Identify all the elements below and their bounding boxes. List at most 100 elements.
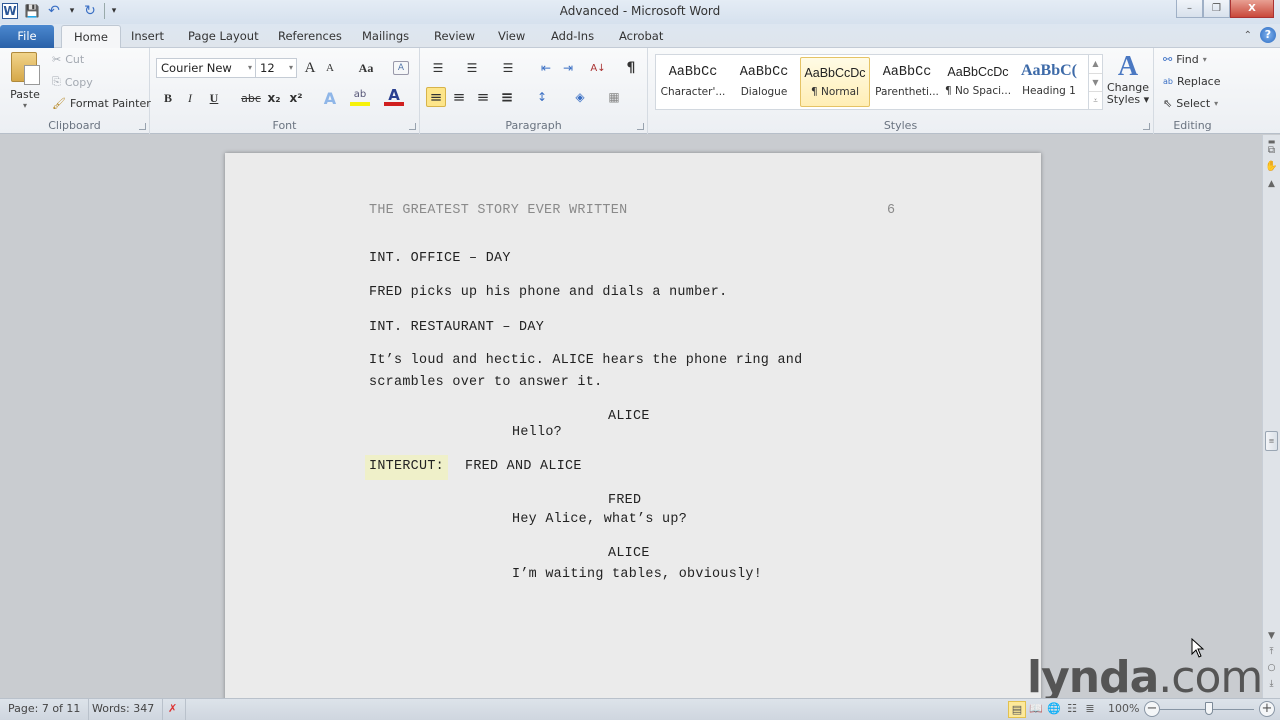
style-gallery-scroll[interactable]: ▲ ▼ ⩡ xyxy=(1088,55,1102,109)
gallery-up-icon[interactable]: ▲ xyxy=(1089,55,1102,73)
style-no-spacing[interactable]: AaBbCcDc ¶ No Spaci... xyxy=(943,57,1013,107)
page-number: 6 xyxy=(887,203,896,218)
proofing-icon[interactable]: ✗ xyxy=(160,699,187,720)
tab-file[interactable]: File xyxy=(0,25,54,48)
font-size-combo[interactable]: 12 ▾ xyxy=(255,58,297,78)
view-ruler-icon[interactable]: ⧉ xyxy=(1263,145,1280,156)
page-count[interactable]: Page: 7 of 11 xyxy=(0,699,90,720)
align-right-button[interactable]: ≡ xyxy=(473,87,493,107)
minimize-button[interactable]: – xyxy=(1176,0,1203,18)
tab-references[interactable]: References xyxy=(266,25,354,48)
font-name-value: Courier New xyxy=(161,61,232,75)
show-marks-icon[interactable]: ¶ xyxy=(621,58,641,78)
tab-review[interactable]: Review xyxy=(422,25,487,48)
styles-dialog-launcher[interactable] xyxy=(1143,123,1150,130)
draft-view-button[interactable]: ≣ xyxy=(1081,701,1099,718)
sort-icon[interactable]: A↓ xyxy=(588,58,608,78)
format-painter-button[interactable]: 🖌 Format Painter xyxy=(52,97,151,110)
style-parenthetical[interactable]: AaBbCc Parentheti... xyxy=(872,57,942,107)
clear-formatting-icon[interactable]: A xyxy=(393,61,409,75)
grow-font-icon[interactable]: A xyxy=(300,58,320,78)
borders-icon[interactable]: ▦ xyxy=(604,87,624,107)
select-button[interactable]: ⇖ Select ▾ xyxy=(1163,97,1218,110)
scroll-up-icon[interactable]: ▲ xyxy=(1263,179,1280,189)
change-case-icon[interactable]: Aa xyxy=(353,58,379,78)
restore-button[interactable]: ❐ xyxy=(1203,0,1230,18)
zoom-slider-thumb[interactable] xyxy=(1205,702,1213,715)
zoom-in-button[interactable]: + xyxy=(1259,701,1275,717)
change-styles-button[interactable]: A Change Styles ▾ xyxy=(1106,52,1150,116)
outline-view-button[interactable]: ☷ xyxy=(1063,701,1081,718)
zoom-out-button[interactable]: − xyxy=(1144,701,1160,717)
font-dialog-launcher[interactable] xyxy=(409,123,416,130)
find-button[interactable]: ⚯ Find ▾ xyxy=(1163,53,1207,66)
zoom-level[interactable]: 100% xyxy=(1108,702,1139,715)
strikethrough-button[interactable]: abc xyxy=(239,88,263,108)
previous-page-icon[interactable]: ⤒ xyxy=(1263,647,1280,657)
full-screen-reading-button[interactable]: 📖 xyxy=(1027,701,1045,718)
tab-insert[interactable]: Insert xyxy=(119,25,176,48)
tab-acrobat[interactable]: Acrobat xyxy=(607,25,675,48)
center-button[interactable]: ≡ xyxy=(449,87,469,107)
select-dropdown-icon[interactable]: ▾ xyxy=(1214,99,1218,108)
minimize-ribbon-icon[interactable]: ⌃ xyxy=(1244,30,1252,41)
style-normal[interactable]: AaBbCcDc ¶ Normal xyxy=(800,57,870,107)
bullets-icon[interactable]: ☰ xyxy=(428,58,448,78)
font-name-combo[interactable]: Courier New ▾ xyxy=(156,58,256,78)
tab-home[interactable]: Home xyxy=(61,25,121,49)
highlight-icon[interactable]: ab xyxy=(350,87,370,106)
scene-heading: INT. RESTAURANT – DAY xyxy=(369,320,545,335)
paragraph-dialog-launcher[interactable] xyxy=(637,123,644,130)
cut-button[interactable]: ✂ Cut xyxy=(52,53,84,66)
style-heading-1[interactable]: AaBbC(Heading 1 xyxy=(1014,57,1084,107)
subscript-button[interactable]: x₂ xyxy=(264,88,284,108)
copy-button[interactable]: ⎘ Copy xyxy=(52,75,93,89)
print-layout-view-button[interactable]: ▤ xyxy=(1008,701,1026,718)
gallery-more-icon[interactable]: ⩡ xyxy=(1089,91,1102,109)
tab-add-ins[interactable]: Add-Ins xyxy=(539,25,606,48)
italic-button[interactable]: I xyxy=(180,88,200,108)
line-spacing-icon[interactable]: ↕ xyxy=(532,87,552,107)
increase-indent-icon[interactable]: ⇥ xyxy=(558,58,578,78)
text-effects-icon[interactable]: A xyxy=(320,88,340,108)
shrink-font-icon[interactable]: A xyxy=(320,58,340,78)
superscript-button[interactable]: x² xyxy=(286,88,306,108)
scroll-down-icon[interactable]: ▼ xyxy=(1263,631,1280,641)
bold-button[interactable]: B xyxy=(158,88,178,108)
multilevel-list-icon[interactable]: ☰ xyxy=(498,58,518,78)
scroll-thumb[interactable]: ≡ xyxy=(1265,431,1278,451)
next-page-icon[interactable]: ⤓ xyxy=(1263,679,1280,689)
replace-button[interactable]: ab Replace xyxy=(1163,75,1221,88)
help-icon[interactable]: ? xyxy=(1260,27,1276,43)
numbering-icon[interactable]: ☰ xyxy=(462,58,482,78)
find-label: Find xyxy=(1176,53,1199,66)
browse-object-icon[interactable]: ○ xyxy=(1263,663,1280,673)
tab-page-layout[interactable]: Page Layout xyxy=(176,25,271,48)
style-dialogue[interactable]: AaBbCc Dialogue xyxy=(729,57,799,107)
hand-icon[interactable]: ✋ xyxy=(1263,161,1280,172)
gallery-down-icon[interactable]: ▼ xyxy=(1089,73,1102,91)
tab-view[interactable]: View xyxy=(486,25,537,48)
change-styles-icon: A xyxy=(1117,51,1139,82)
underline-button[interactable]: U xyxy=(204,88,224,108)
close-button[interactable]: X xyxy=(1230,0,1274,18)
font-color-icon[interactable]: A xyxy=(384,86,404,106)
paste-button[interactable]: Paste ▾ xyxy=(8,52,42,110)
find-dropdown-icon[interactable]: ▾ xyxy=(1203,55,1207,64)
shading-icon[interactable]: ◈ xyxy=(570,87,590,107)
font-size-dropdown-icon[interactable]: ▾ xyxy=(289,59,293,77)
replace-label: Replace xyxy=(1176,75,1221,88)
document-page[interactable]: THE GREATEST STORY EVER WRITTEN 6 INT. O… xyxy=(225,153,1041,713)
clipboard-dialog-launcher[interactable] xyxy=(139,123,146,130)
watermark-brand: lynda xyxy=(1027,652,1159,703)
web-layout-button[interactable]: 🌐 xyxy=(1045,701,1063,718)
tab-mailings[interactable]: Mailings xyxy=(350,25,421,48)
action-line: It’s loud and hectic. ALICE hears the ph… xyxy=(369,353,803,368)
align-left-button[interactable]: ≡ xyxy=(426,87,446,107)
font-name-dropdown-icon[interactable]: ▾ xyxy=(248,59,252,77)
justify-button[interactable]: ≡ xyxy=(497,87,517,107)
word-count[interactable]: Words: 347 xyxy=(84,699,164,720)
style-character[interactable]: AaBbCc Character'... xyxy=(658,57,728,107)
decrease-indent-icon[interactable]: ⇤ xyxy=(536,58,556,78)
vertical-scrollbar[interactable]: ▬ ⧉ ✋ ▲ ≡ ▼ ⤒ ○ ⤓ xyxy=(1262,135,1280,698)
